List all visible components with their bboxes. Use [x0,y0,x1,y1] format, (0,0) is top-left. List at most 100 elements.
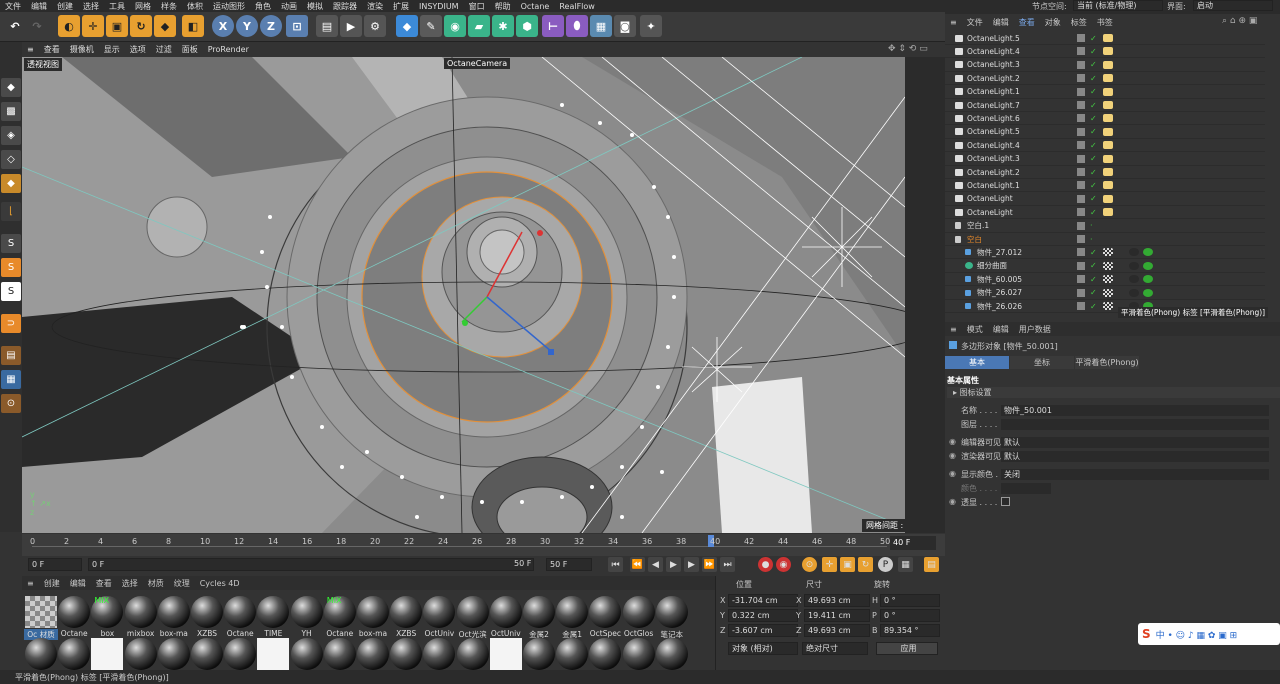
menu-item[interactable]: 渲染 [362,1,388,12]
visibility-toggle[interactable] [1077,181,1085,190]
z-axis-lock-icon[interactable]: Z [260,15,282,37]
rotation-field[interactable]: 0 ° [880,594,940,607]
object-menu-item[interactable]: 文件 [962,17,988,28]
object-row[interactable]: 物件_27.012 ✓ [945,246,1265,260]
object-menu-item[interactable]: 对象 [1040,17,1066,28]
menu-item[interactable]: 窗口 [464,1,490,12]
anim-dot[interactable]: ◉ [949,497,956,506]
object-row[interactable]: OctaneLight.3 ✓ [945,59,1265,72]
material-thumbnail[interactable] [257,638,290,670]
visibility-toggle[interactable] [1077,194,1085,203]
object-row[interactable]: OctaneLight.4 ✓ [945,139,1265,153]
material-tag-icon[interactable] [1143,288,1153,297]
material-thumbnail[interactable] [191,638,223,670]
menu-item[interactable]: Octane [516,2,555,11]
tab-basic[interactable]: 基本 [945,356,1009,369]
material-thumbnail[interactable] [157,596,190,628]
material-thumbnail[interactable] [423,596,456,628]
material-thumbnail[interactable] [589,638,622,670]
key-scale-icon[interactable]: ▣ [840,557,855,572]
material-thumbnail[interactable] [290,638,323,670]
material-thumbnail[interactable] [556,638,589,670]
point-mode-icon[interactable]: ◈ [1,126,21,145]
material-tag-icon[interactable] [1143,275,1153,284]
menu-item[interactable]: 网格 [130,1,156,12]
snap-settings-icon[interactable]: S [1,258,21,277]
viewport-3d[interactable] [22,57,905,533]
object-menu-item[interactable]: 书签 [1092,17,1118,28]
visibility-toggle[interactable] [1077,221,1085,230]
size-field[interactable]: 19.411 cm [804,609,870,622]
viewport-menu-item[interactable]: 显示 [99,44,125,55]
object-row[interactable]: 物件_26.027 ✓ [945,287,1265,300]
octane-light-tag-icon[interactable] [1103,87,1113,96]
undo-icon[interactable]: ↶ [4,15,26,37]
viewport-menu-item[interactable]: 查看 [39,44,65,55]
display-color-select[interactable]: 关闭 [1001,469,1269,480]
phong-tag-icon[interactable] [1103,275,1113,284]
search-icon[interactable]: ⌕ ⌂ ⊕ ▣ [1222,16,1257,26]
octane-light-tag-icon[interactable] [1103,114,1113,123]
attr-menu-item[interactable]: 模式 [962,324,988,335]
transform-icon[interactable]: ◧ [182,15,204,37]
octane-light-tag-icon[interactable] [1103,127,1113,136]
material-thumbnail[interactable] [622,596,655,628]
enable-check-icon[interactable]: ✓ [1090,288,1097,297]
material-tag-icon[interactable] [1129,275,1139,284]
object-menu-item[interactable]: 编辑 [988,17,1014,28]
position-field[interactable]: -3.607 cm [728,624,798,637]
object-row[interactable]: OctaneLight.6 ✓ [945,112,1265,126]
attr-menu-item[interactable]: 编辑 [988,324,1014,335]
viewport-nav-icon[interactable]: ✥ ⇕ ⟲ ▭ [888,44,928,54]
end-frame-field[interactable]: 50 F [546,558,592,571]
tab-coordinates[interactable]: 坐标 [1010,356,1074,369]
material-menu-icon[interactable]: ≡ [22,579,39,588]
material-menu-item[interactable]: Cycles 4D [195,579,245,588]
light-icon[interactable]: ✦ [640,15,662,37]
material-tag-icon[interactable] [1129,261,1139,270]
menu-item[interactable]: 编辑 [26,1,52,12]
menu-item[interactable]: RealFlow [554,2,600,11]
object-row[interactable]: OctaneLight.2 ✓ [945,72,1265,86]
material-thumbnail[interactable] [655,638,688,670]
viewport-menu-item[interactable]: ProRender [203,45,254,54]
icon-settings-group[interactable]: ▸ 图标设置 [947,387,1280,398]
material-thumbnail[interactable] [523,596,555,628]
object-row[interactable]: OctaneLight ✓ [945,206,1265,220]
key-position-icon[interactable]: ✛ [822,557,837,572]
mograph-icon[interactable]: ⬢ [516,15,538,37]
magnet-icon[interactable]: ⊃ [1,314,21,333]
bend-icon[interactable]: ⬮ [566,15,588,37]
menu-item[interactable]: 创建 [52,1,78,12]
object-row[interactable]: OctaneLight.5 ✓ [945,32,1265,45]
record-icon[interactable]: ● [758,557,773,572]
render-settings-icon[interactable]: ⚙ [364,15,386,37]
color-swatch[interactable] [1001,483,1051,494]
live-select-icon[interactable]: ◐ [58,15,80,37]
menu-item[interactable]: 跟踪器 [328,1,362,12]
menu-item[interactable]: 角色 [250,1,276,12]
visibility-toggle[interactable] [1077,248,1085,257]
enable-check-icon[interactable]: ✓ [1090,87,1097,96]
menu-item[interactable]: 选择 [78,1,104,12]
grid-icon[interactable]: ▦ [1,370,21,389]
prev-key-icon[interactable]: ⏪ [630,557,645,572]
enable-check-icon[interactable]: · [1090,235,1093,244]
node-space-select[interactable]: 当前 (标准/物理) [1073,0,1163,11]
lock-workplane-icon[interactable]: ⊙ [1,394,21,413]
visibility-toggle[interactable] [1077,74,1085,83]
object-menu-icon[interactable]: ≡ [945,18,962,27]
material-thumbnail[interactable] [357,638,389,670]
size-field[interactable]: 49.693 cm [804,624,870,637]
material-thumbnail[interactable] [191,596,223,628]
sogou-icon[interactable]: S [1142,627,1151,641]
xray-checkbox[interactable] [1001,497,1010,506]
enable-check-icon[interactable]: ✓ [1090,47,1097,56]
name-field[interactable]: 物件_50.001 [1001,405,1269,416]
object-row[interactable]: OctaneLight.1 ✓ [945,86,1265,99]
subdivision-icon[interactable]: ◉ [444,15,466,37]
anim-dot[interactable]: ◉ [949,451,956,460]
visibility-toggle[interactable] [1077,101,1085,109]
rotation-field[interactable]: 0 ° [880,609,940,622]
cube-icon[interactable]: ◆ [396,15,418,37]
